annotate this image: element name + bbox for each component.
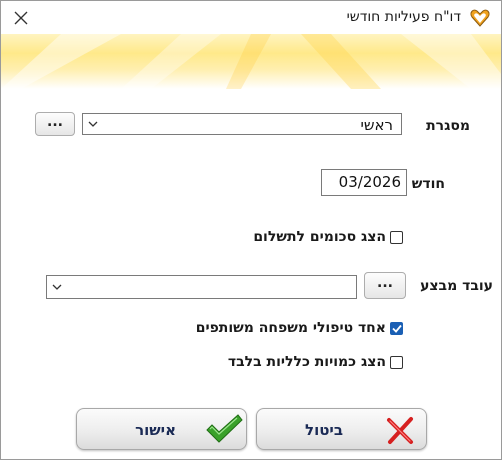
close-button[interactable] xyxy=(1,1,41,34)
header-banner xyxy=(1,34,501,89)
red-x-icon xyxy=(387,417,413,444)
framework-combobox[interactable]: ראשי xyxy=(82,113,402,135)
unify-family-label: אחד טיפולי משפחה משותפים xyxy=(195,320,386,336)
heart-logo-icon xyxy=(470,9,490,27)
ok-button[interactable]: אישור xyxy=(76,408,247,450)
show-sums-checkbox[interactable] xyxy=(390,230,403,244)
worker-label: עובד מבצע xyxy=(420,278,493,294)
framework-browse-button[interactable]: ... xyxy=(35,112,75,136)
banner-rays-graphic xyxy=(1,34,501,89)
chevron-down-icon xyxy=(88,121,98,127)
totals-only-label: הצג כמויות כלליות בלבד xyxy=(227,354,386,370)
window-title: דו"ח פעיליות חודשי xyxy=(346,9,461,25)
unify-family-option[interactable]: אחד טיפולי משפחה משותפים xyxy=(196,320,403,336)
close-icon xyxy=(14,11,28,25)
show-sums-option[interactable]: הצג סכומים לתשלום xyxy=(253,229,403,245)
checkmark-icon xyxy=(392,324,402,333)
totals-only-option[interactable]: הצג כמויות כלליות בלבד xyxy=(228,354,403,370)
worker-combobox[interactable] xyxy=(46,275,357,299)
totals-only-checkbox[interactable] xyxy=(390,355,403,369)
show-sums-label: הצג סכומים לתשלום xyxy=(253,229,386,245)
cancel-button[interactable]: ביטול xyxy=(256,408,427,450)
green-check-icon xyxy=(206,414,243,443)
cancel-label: ביטול xyxy=(305,421,343,439)
framework-value: ראשי xyxy=(360,116,393,134)
unify-family-checkbox[interactable] xyxy=(390,321,403,335)
ok-label: אישור xyxy=(135,421,176,439)
month-label: חודש xyxy=(411,176,445,192)
month-input[interactable]: 03/2026 xyxy=(321,169,407,196)
title-bar: דו"ח פעיליות חודשי xyxy=(1,1,501,34)
chevron-down-icon xyxy=(52,284,62,290)
worker-browse-button[interactable]: ... xyxy=(364,272,406,299)
framework-label: מסגרת xyxy=(426,118,470,134)
report-dialog: דו"ח פעיליות חודשי מסגרת ראשי ... חודש 0… xyxy=(0,0,502,460)
